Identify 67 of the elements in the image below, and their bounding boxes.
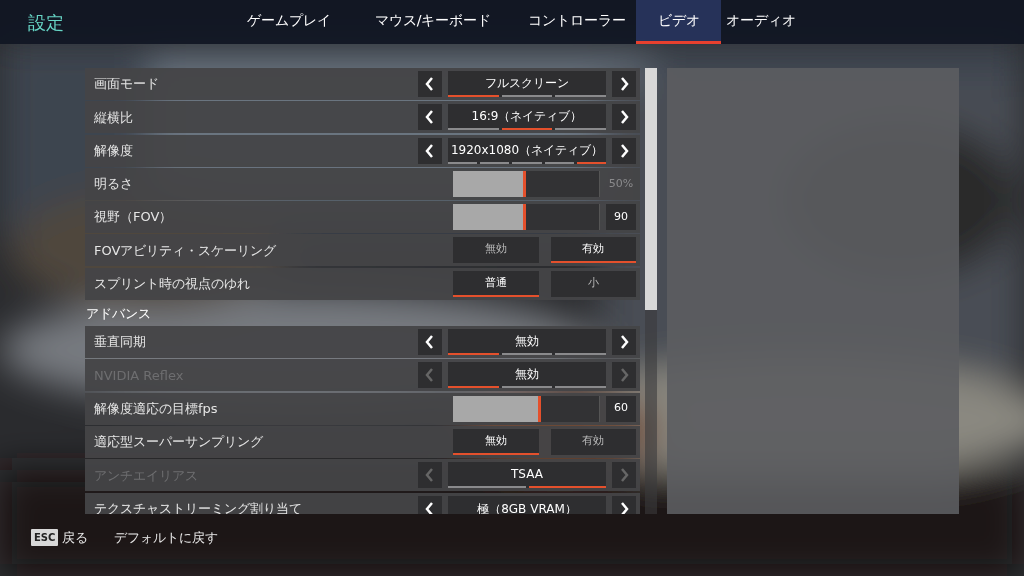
previous-button[interactable] <box>418 71 442 97</box>
setting-label: 適応型スーパーサンプリング <box>94 433 264 452</box>
option-button[interactable]: 小 <box>550 270 636 297</box>
previous-button[interactable] <box>418 137 442 164</box>
next-button[interactable] <box>612 329 636 356</box>
previous-button[interactable] <box>418 329 442 356</box>
chevron-left-icon <box>425 368 435 383</box>
slider-track[interactable] <box>453 395 600 422</box>
option-selector[interactable]: 無効 <box>448 329 606 356</box>
chevron-left-icon <box>425 110 435 125</box>
option-button[interactable]: 無効 <box>453 428 539 455</box>
slider-value: 90 <box>606 204 636 231</box>
scrollbar-thumb[interactable] <box>645 68 657 310</box>
chevron-left-icon <box>425 468 435 483</box>
back-link[interactable]: 戻る <box>62 528 89 548</box>
next-button[interactable] <box>612 137 636 164</box>
setting-label: 縦横比 <box>94 108 134 127</box>
slider-track[interactable] <box>453 170 600 197</box>
setting-label: 垂直同期 <box>94 333 147 352</box>
scrollbar-track[interactable] <box>645 68 657 514</box>
chevron-right-icon <box>619 335 629 350</box>
option-button[interactable]: 無効 <box>453 237 539 264</box>
chevron-right-icon <box>619 368 629 383</box>
slider-value: 60 <box>606 395 636 422</box>
slider-value: 50% <box>607 175 635 192</box>
setting-label: FOVアビリティ・スケーリング <box>94 241 278 260</box>
setting-label: 明るさ <box>94 175 134 194</box>
next-button[interactable] <box>612 104 636 131</box>
esc-key: ESC <box>31 529 59 547</box>
option-button[interactable]: 有効 <box>550 237 636 264</box>
slider-fill[interactable] <box>453 204 526 231</box>
previous-button[interactable] <box>418 495 442 514</box>
tab[interactable]: コントローラー <box>518 0 636 44</box>
slider-track[interactable] <box>453 204 600 231</box>
next-button[interactable] <box>612 495 636 514</box>
tab[interactable]: オーディオ <box>721 0 801 44</box>
option-selector[interactable]: 1920x1080（ネイティブ） <box>448 137 606 164</box>
chevron-right-icon <box>619 143 629 158</box>
setting-label: 解像度適応の目標fps <box>94 399 219 418</box>
slider-fill[interactable] <box>453 170 526 197</box>
option-button[interactable]: 有効 <box>550 428 636 455</box>
chevron-left-icon <box>425 143 435 158</box>
option-selector[interactable]: 極（8GB VRAM） <box>448 495 606 514</box>
setting-label: スプリント時の視点のゆれ <box>94 275 251 294</box>
chevron-right-icon <box>619 110 629 125</box>
previous-button[interactable] <box>418 104 442 131</box>
option-selector[interactable]: 16:9（ネイティブ） <box>448 104 606 131</box>
chevron-right-icon <box>619 77 629 91</box>
chevron-left-icon <box>425 77 435 91</box>
setting-label: テクスチャストリーミング割り当て <box>94 499 303 514</box>
next-button[interactable] <box>612 71 636 97</box>
tab[interactable]: ゲームプレイ <box>230 0 348 44</box>
chevron-left-icon <box>425 335 435 350</box>
chevron-right-icon <box>619 501 629 514</box>
tab[interactable]: ビデオ <box>636 0 721 44</box>
setting-label: 解像度 <box>94 141 134 160</box>
setting-label: 視野（FOV） <box>94 208 174 227</box>
page-title: 設定 <box>28 10 65 35</box>
slider-fill[interactable] <box>453 395 541 422</box>
option-selector[interactable]: フルスクリーン <box>448 71 606 97</box>
reset-defaults-link[interactable]: デフォルトに戻す <box>114 528 219 548</box>
option-button[interactable]: 普通 <box>453 270 539 297</box>
setting-label: 画面モード <box>94 75 160 94</box>
chevron-left-icon <box>425 501 435 514</box>
tab[interactable]: マウス/キーボード <box>348 0 518 44</box>
section-heading: アドバンス <box>85 304 152 323</box>
chevron-right-icon <box>619 468 629 483</box>
